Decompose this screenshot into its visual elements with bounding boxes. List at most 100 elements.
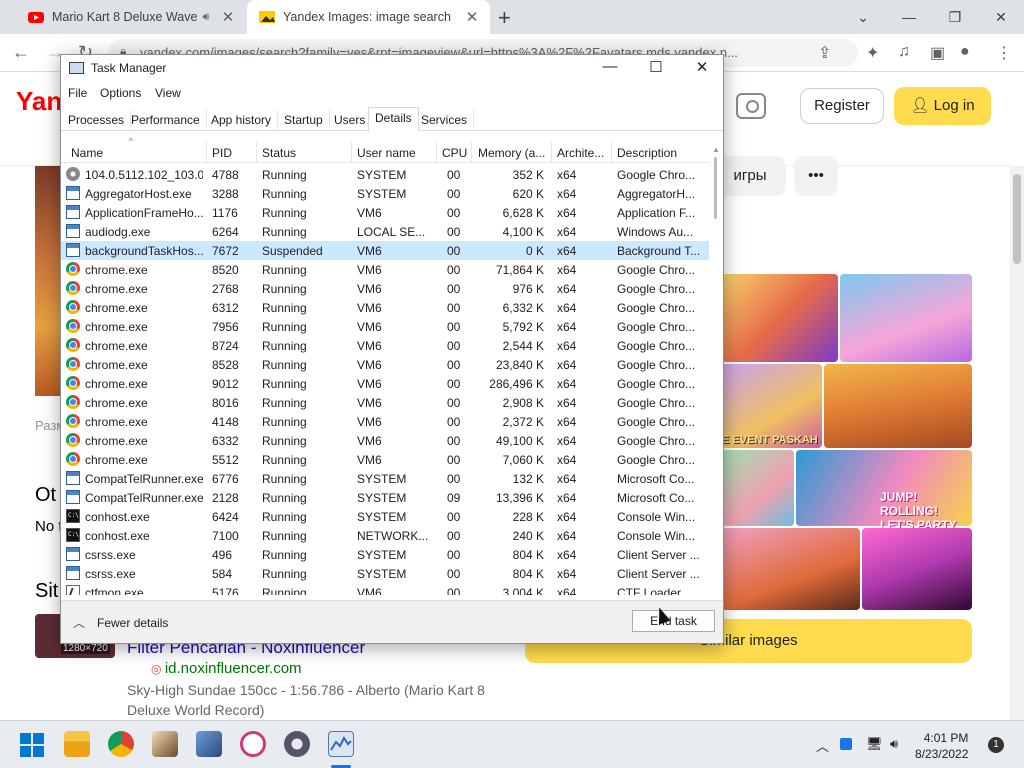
process-row[interactable]: csrss.exe 496 Running SYSTEM 00 804 K x64 Clien… — [61, 545, 709, 564]
tab-app-history[interactable]: App history — [205, 110, 279, 131]
process-row[interactable]: ctfmon.exe 5176 Running VM6 00 3,004 K x64 CTF … — [61, 583, 709, 595]
login-button[interactable]: 👤︎ Log in — [894, 87, 991, 125]
menu-kebab-icon[interactable]: ⋮ — [996, 43, 1012, 63]
more-chips-button[interactable]: ••• — [794, 156, 838, 196]
column-architecture[interactable]: Archite... — [557, 146, 611, 160]
column-name[interactable]: Name — [71, 146, 201, 160]
settings-icon[interactable] — [284, 731, 310, 757]
browser-tab-youtube[interactable]: Mario Kart 8 Deluxe Wave 2 🔊︎ ✕ — [16, 0, 246, 34]
tag-chip-games[interactable]: игры — [714, 156, 786, 196]
tab-performance[interactable]: Performance — [125, 110, 207, 131]
list-scrollbar[interactable]: ▲ — [709, 141, 723, 595]
camera-search-icon[interactable] — [736, 93, 766, 119]
profile-avatar-icon[interactable]: ● — [960, 43, 970, 61]
column-memory[interactable]: Memory (a... — [478, 146, 551, 160]
process-row[interactable]: 104.0.5112.102_103.0... 4788 Running SYSTEM… — [61, 165, 709, 184]
start-icon[interactable] — [20, 733, 44, 757]
speaker-icon[interactable]: 🔊︎ — [198, 11, 214, 24]
chevron-up-icon[interactable]: ︿ — [816, 736, 829, 755]
process-row[interactable]: audiodg.exe 6264 Running LOCAL SE... 00 4,100… — [61, 222, 709, 241]
chrome-icon[interactable] — [108, 731, 134, 757]
column-status[interactable]: Status — [262, 146, 347, 160]
back-button[interactable]: ← — [12, 42, 30, 63]
similar-image-2[interactable] — [840, 274, 972, 362]
volume-icon[interactable]: 🔊︎ — [890, 736, 898, 752]
close-button[interactable]: ✕ — [679, 58, 725, 76]
system-clock[interactable]: 4:01 PM 8/23/2022 — [915, 730, 968, 762]
register-button[interactable]: Register — [800, 88, 884, 124]
similar-image-1[interactable] — [722, 274, 838, 362]
column-separator[interactable] — [471, 141, 472, 163]
process-row[interactable]: backgroundTaskHos... 7672 Suspended VM6 00 0 … — [61, 241, 709, 260]
process-row[interactable]: CompatTelRunner.exe 6776 Running SYSTEM 00 13… — [61, 469, 709, 488]
new-tab-button[interactable]: + — [498, 5, 511, 31]
column-separator[interactable] — [351, 141, 352, 163]
process-row[interactable]: chrome.exe 4148 Running VM6 00 2,372 K x64 Goog… — [61, 412, 709, 431]
close-tab-icon[interactable]: ✕ — [218, 8, 238, 26]
process-row[interactable]: chrome.exe 6312 Running VM6 00 6,332 K x64 Goog… — [61, 298, 709, 317]
column-pid[interactable]: PID — [212, 146, 252, 160]
process-row[interactable]: AggregatorHost.exe 3288 Running SYSTEM 00 620… — [61, 184, 709, 203]
column-separator[interactable] — [436, 141, 437, 163]
maximize-button[interactable]: ☐ — [633, 58, 679, 76]
process-row[interactable]: csrss.exe 584 Running SYSTEM 00 804 K x64 Clien… — [61, 564, 709, 583]
notification-badge[interactable]: 1 — [988, 737, 1004, 753]
column-separator[interactable] — [206, 141, 207, 163]
column-separator[interactable] — [551, 141, 552, 163]
end-task-button[interactable]: End task — [632, 610, 715, 632]
task-manager-icon[interactable] — [328, 731, 354, 757]
tab-services[interactable]: Services — [415, 110, 475, 131]
process-row[interactable]: CompatTelRunner.exe 2128 Running SYSTEM 09 13… — [61, 488, 709, 507]
close-button[interactable]: ✕ — [978, 9, 1024, 26]
tab-startup[interactable]: Startup — [278, 110, 330, 131]
process-row[interactable]: chrome.exe 8016 Running VM6 00 2,908 K x64 Goog… — [61, 393, 709, 412]
process-row[interactable]: chrome.exe 9012 Running VM6 00 286,496 K x64 Go… — [61, 374, 709, 393]
menu-options[interactable]: Options — [100, 86, 141, 100]
browser-tab-yandex[interactable]: Yandex Images: image search ✕ — [247, 0, 490, 34]
column-description[interactable]: Description — [617, 146, 707, 160]
similar-image-5[interactable] — [722, 450, 794, 526]
similar-image-6[interactable]: JUMP! ROLLING! LET'S PARTY NOW! — [796, 450, 972, 546]
process-row[interactable]: chrome.exe 6332 Running VM6 00 49,100 K x64 Goo… — [61, 431, 709, 450]
process-row[interactable]: chrome.exe 7956 Running VM6 00 5,792 K x64 Goog… — [61, 317, 709, 336]
scrollbar-thumb[interactable] — [1013, 174, 1021, 264]
task-manager-titlebar[interactable]: Task Manager — ☐ ✕ — [61, 55, 723, 81]
process-row[interactable]: chrome.exe 8520 Running VM6 00 71,864 K x64 Goo… — [61, 260, 709, 279]
media-control-icon[interactable]: ♫ — [898, 43, 910, 61]
similar-image-3[interactable]: E EVENT PASKAH — [722, 364, 822, 448]
minimize-button[interactable]: — — [587, 58, 633, 75]
share-icon[interactable]: ⇪ — [818, 43, 831, 63]
process-row[interactable]: chrome.exe 8724 Running VM6 00 2,544 K x64 Goog… — [61, 336, 709, 355]
column-cpu[interactable]: CPU — [442, 146, 472, 160]
tab-users[interactable]: Users — [328, 110, 373, 131]
similar-image-7[interactable] — [722, 528, 860, 610]
process-row[interactable]: chrome.exe 5512 Running VM6 00 7,060 K x64 Goog… — [61, 450, 709, 469]
column-user-name[interactable]: User name — [357, 146, 432, 160]
scrollbar-thumb[interactable] — [714, 157, 717, 219]
process-row[interactable]: ApplicationFrameHo... 1176 Running VM6 00 6,6… — [61, 203, 709, 222]
process-row[interactable]: chrome.exe 8528 Running VM6 00 23,840 K x64 Goo… — [61, 355, 709, 374]
chevron-down-icon[interactable]: ⌄ — [840, 9, 886, 26]
paint-icon[interactable] — [240, 731, 266, 757]
network-icon[interactable]: 🖥︎ — [866, 736, 883, 752]
fewer-details-button[interactable]: ︿ Fewer details — [73, 614, 168, 631]
menu-file[interactable]: File — [68, 86, 87, 100]
page-scrollbar[interactable] — [1010, 166, 1024, 720]
close-tab-icon[interactable]: ✕ — [462, 8, 482, 26]
similar-image-8[interactable] — [862, 528, 972, 610]
extensions-icon[interactable]: ✦ — [866, 43, 879, 63]
process-row[interactable]: conhost.exe 6424 Running SYSTEM 00 228 K x64 Co… — [61, 507, 709, 526]
result-url-link[interactable]: ◎ id.noxinfluencer.com — [151, 660, 302, 677]
minimize-button[interactable]: — — [886, 9, 932, 25]
restore-button[interactable]: ❐ — [932, 9, 978, 26]
tab-processes[interactable]: Processes — [62, 110, 132, 131]
app-icon[interactable] — [152, 731, 178, 757]
process-row[interactable]: chrome.exe 2768 Running VM6 00 976 K x64 Google… — [61, 279, 709, 298]
menu-view[interactable]: View — [155, 86, 181, 100]
network-app-icon[interactable] — [196, 731, 222, 757]
process-row[interactable]: conhost.exe 7100 Running NETWORK... 00 240 K x… — [61, 526, 709, 545]
column-separator[interactable] — [611, 141, 612, 163]
tray-app-icon[interactable] — [840, 738, 852, 750]
yandex-logo[interactable]: Yan — [16, 86, 62, 117]
scroll-up-icon[interactable]: ▲ — [712, 145, 720, 154]
